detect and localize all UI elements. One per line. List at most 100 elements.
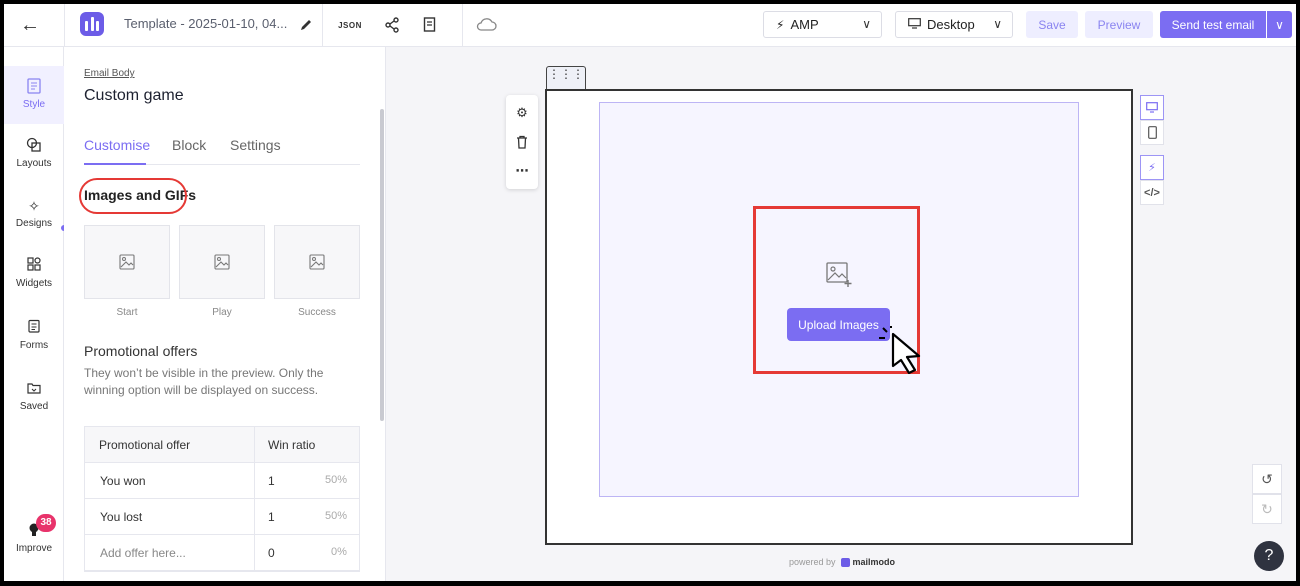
desktop-label: Desktop xyxy=(927,17,975,32)
image-slot-success[interactable] xyxy=(274,225,360,299)
powered-by-footer: powered by mailmodo xyxy=(789,557,895,567)
add-offer-input[interactable]: Add offer here... xyxy=(100,546,186,560)
table-row: You lost 1 50% xyxy=(85,499,359,535)
left-rail: Style Layouts ✧ Designs Widgets Forms Sa… xyxy=(4,47,67,581)
send-test-email-button[interactable]: Send test email xyxy=(1160,11,1266,38)
rail-label: Designs xyxy=(15,218,53,229)
amp-dropdown[interactable]: ⚡ AMP ∨ xyxy=(763,11,882,38)
undo-icon[interactable]: ↺ xyxy=(1252,464,1282,494)
rail-item-improve[interactable]: 38 Improve xyxy=(4,514,64,554)
win-ratio-input[interactable]: 1 xyxy=(268,474,275,488)
panel-title: Custom game xyxy=(84,87,184,104)
email-canvas: ⚙ ⋯ ⋮⋮⋮ Upload Images ⚡ </> powered by m… xyxy=(386,47,1296,581)
rail-item-forms[interactable]: Forms xyxy=(4,319,64,351)
image-icon xyxy=(119,254,135,270)
table-row: Add offer here... 0 0% xyxy=(85,535,359,571)
column-header: Promotional offer xyxy=(99,438,191,452)
rail-label: Widgets xyxy=(15,278,53,289)
win-percent: 50% xyxy=(325,510,348,522)
divider xyxy=(64,4,65,47)
image-icon xyxy=(309,254,325,270)
amp-label: AMP xyxy=(790,17,819,32)
rail-item-layouts[interactable]: Layouts xyxy=(4,137,64,169)
brand-name: mailmodo xyxy=(852,557,896,567)
divider xyxy=(462,4,463,47)
offer-name[interactable]: You won xyxy=(100,474,146,488)
widgets-icon xyxy=(25,257,43,275)
layouts-icon xyxy=(25,137,43,155)
forms-icon xyxy=(25,319,43,337)
improve-count-badge: 38 xyxy=(36,514,56,532)
mobile-view-icon[interactable] xyxy=(1140,120,1164,145)
image-slot-label: Start xyxy=(116,307,138,318)
amp-lightning-icon[interactable]: ⚡ xyxy=(1140,155,1164,180)
code-view-icon[interactable]: </> xyxy=(1140,180,1164,205)
win-percent: 0% xyxy=(331,546,347,558)
trash-icon[interactable] xyxy=(512,132,532,152)
win-percent: 50% xyxy=(325,474,348,486)
panel-tabs: Customise Block Settings xyxy=(84,133,360,165)
edit-pencil-icon[interactable] xyxy=(294,13,318,37)
tab-customise[interactable]: Customise xyxy=(84,137,150,153)
desktop-view-icon[interactable] xyxy=(1140,95,1164,120)
designs-icon: ✧ xyxy=(28,198,40,214)
image-slot-start[interactable] xyxy=(84,225,170,299)
image-slot-play[interactable] xyxy=(179,225,265,299)
settings-panel: Email Body Custom game Customise Block S… xyxy=(64,47,386,581)
rail-label: Layouts xyxy=(16,158,52,169)
tab-block[interactable]: Block xyxy=(172,137,206,153)
tab-settings[interactable]: Settings xyxy=(230,137,281,153)
table-row: You won 1 50% xyxy=(85,463,359,499)
help-button[interactable]: ? xyxy=(1254,541,1284,571)
offer-name[interactable]: You lost xyxy=(100,510,142,524)
send-options-chevron-icon[interactable]: ∨ xyxy=(1267,11,1292,38)
promo-description: They won’t be visible in the preview. On… xyxy=(84,366,324,397)
pointer-cursor-icon xyxy=(879,326,921,374)
mailmodo-mini-logo xyxy=(840,557,850,567)
back-arrow-icon[interactable]: ← xyxy=(20,14,46,36)
chevron-down-icon: ∨ xyxy=(993,17,1002,31)
template-title[interactable]: Template - 2025-01-10, 04... xyxy=(124,16,287,31)
highlight-oval xyxy=(79,178,187,214)
app-frame: ← Template - 2025-01-10, 04... JSON ⚡ AM… xyxy=(4,4,1296,581)
rail-item-style[interactable]: Style xyxy=(4,66,64,124)
redo-icon[interactable]: ↻ xyxy=(1252,494,1282,524)
style-icon xyxy=(25,78,43,96)
rail-label: Improve xyxy=(15,543,53,554)
saved-icon xyxy=(25,380,43,398)
json-button[interactable]: JSON xyxy=(338,13,362,37)
table-header-row: Promotional offer Win ratio xyxy=(85,427,359,463)
export-document-icon[interactable] xyxy=(418,13,442,37)
promo-heading: Promotional offers xyxy=(84,343,198,359)
more-options-icon[interactable]: ⋯ xyxy=(512,161,532,181)
rail-label: Forms xyxy=(19,340,49,351)
selected-block[interactable]: Upload Images xyxy=(545,89,1133,545)
win-ratio-input[interactable]: 0 xyxy=(268,546,275,560)
win-ratio-input[interactable]: 1 xyxy=(268,510,275,524)
gear-icon[interactable]: ⚙ xyxy=(512,103,532,123)
preview-button[interactable]: Preview xyxy=(1085,11,1153,38)
share-icon[interactable] xyxy=(380,13,404,37)
top-bar: ← Template - 2025-01-10, 04... JSON ⚡ AM… xyxy=(4,4,1296,47)
image-icon xyxy=(214,254,230,270)
device-dropdown[interactable]: Desktop ∨ xyxy=(895,11,1013,38)
image-slot-label: Success xyxy=(298,307,336,318)
column-header: Win ratio xyxy=(268,438,316,452)
image-dropzone[interactable]: Upload Images xyxy=(599,102,1079,497)
drag-handle-icon[interactable]: ⋮⋮⋮ xyxy=(546,66,586,90)
chevron-down-icon: ∨ xyxy=(862,17,871,31)
lightning-icon: ⚡ xyxy=(776,17,785,32)
block-toolbar: ⚙ ⋯ xyxy=(506,95,538,189)
panel-scrollbar[interactable] xyxy=(380,109,384,421)
cloud-sync-icon xyxy=(474,13,498,37)
active-tab-indicator xyxy=(84,163,146,165)
save-button[interactable]: Save xyxy=(1026,11,1078,38)
rail-item-widgets[interactable]: Widgets xyxy=(4,257,64,289)
rail-item-designs[interactable]: ✧ Designs xyxy=(4,197,67,231)
image-slot-label: Play xyxy=(212,307,232,318)
breadcrumb[interactable]: Email Body xyxy=(84,68,135,79)
powered-by-text: powered by xyxy=(789,557,836,567)
divider xyxy=(322,4,323,47)
desktop-icon xyxy=(908,17,921,32)
rail-item-saved[interactable]: Saved xyxy=(4,380,64,412)
